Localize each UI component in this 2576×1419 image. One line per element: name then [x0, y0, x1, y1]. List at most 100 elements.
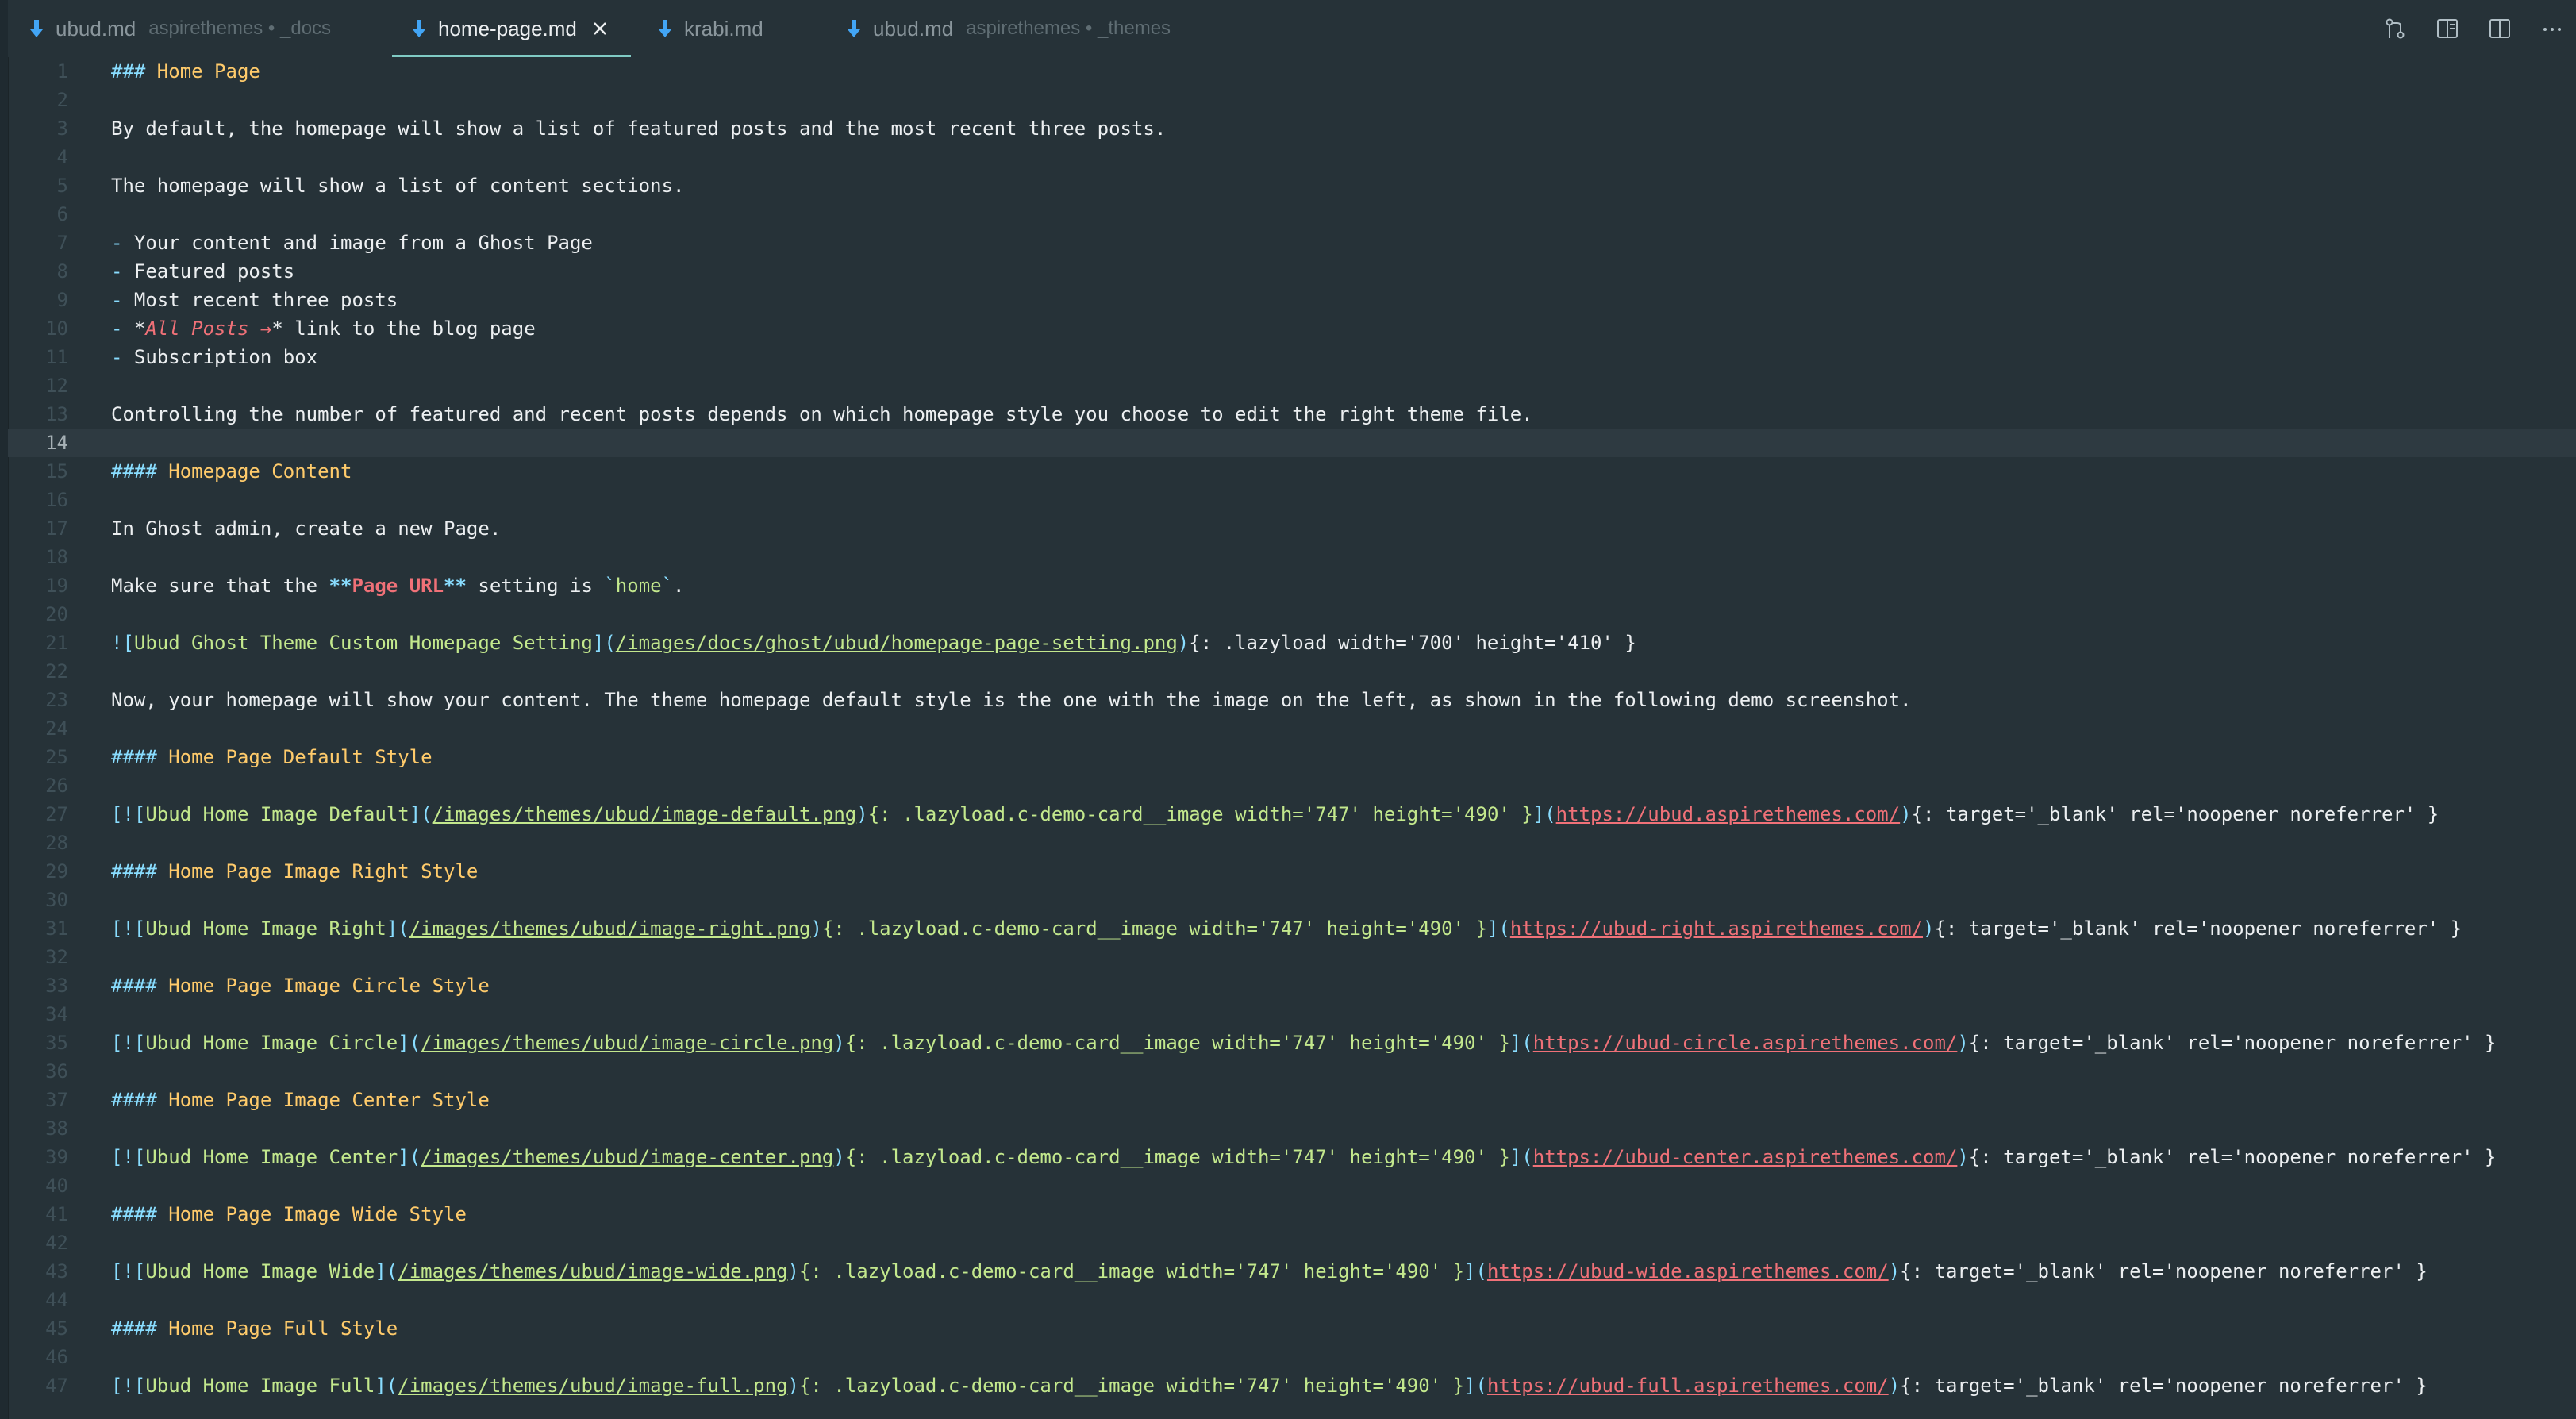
code-token: {: target='_blank' rel='noopener norefer… — [1968, 1032, 2497, 1054]
line-content: - Most recent three posts — [111, 286, 398, 314]
editor-line[interactable]: 4 — [8, 143, 2576, 171]
editor-line[interactable]: 19 Make sure that the **Page URL** settin… — [8, 571, 2576, 600]
editor-line[interactable]: 10 - *All Posts →* link to the blog page — [8, 314, 2576, 343]
markdown-file-icon — [413, 20, 425, 37]
line-number: 1 — [56, 60, 68, 83]
editor-line[interactable]: 13 Controlling the number of featured and… — [8, 400, 2576, 429]
editor-line[interactable]: 43 [![Ubud Home Image Wide](/images/theme… — [8, 1257, 2576, 1286]
editor-line[interactable]: 28 — [8, 829, 2576, 857]
editor-line[interactable]: 3 By default, the homepage will show a li… — [8, 114, 2576, 143]
code-editor[interactable]: 1 ### Home Page 2 3 By default, the homepage… — [8, 57, 2576, 1419]
code-token: Home Page — [156, 60, 260, 83]
editor-line[interactable]: 22 — [8, 657, 2576, 686]
code-token: ]( — [409, 803, 433, 825]
line-content: The homepage will show a list of content… — [111, 171, 684, 200]
editor-line[interactable]: 45 #### Home Page Full Style — [8, 1314, 2576, 1343]
editor-line[interactable]: 40 — [8, 1171, 2576, 1200]
code-token: - — [111, 317, 134, 340]
code-token: Page URL — [352, 575, 444, 597]
editor-line[interactable]: 6 — [8, 200, 2576, 229]
line-number: 18 — [45, 546, 68, 568]
editor-line[interactable]: 2 — [8, 86, 2576, 114]
line-content: [![Ubud Home Image Circle](/images/theme… — [111, 1029, 2497, 1057]
open-preview-button[interactable] — [2433, 14, 2462, 43]
code-token: ![ — [111, 632, 134, 654]
editor-line[interactable]: 17 In Ghost admin, create a new Page. — [8, 514, 2576, 543]
tab-ubud-themes[interactable]: ubud.md aspirethemes • _themes — [846, 0, 1171, 57]
editor-line[interactable]: 11 - Subscription box — [8, 343, 2576, 371]
code-token: {: target='_blank' rel='noopener norefer… — [1968, 1146, 2497, 1168]
editor-line[interactable]: 32 — [8, 943, 2576, 971]
editor-line[interactable]: 34 — [8, 1000, 2576, 1029]
code-token: Home Page Image Right Style — [168, 860, 479, 883]
code-token: #### — [111, 746, 169, 768]
editor-line[interactable]: 8 - Featured posts — [8, 257, 2576, 286]
code-token: home — [615, 575, 662, 597]
editor-line[interactable]: 27 [![Ubud Home Image Default](/images/th… — [8, 800, 2576, 829]
editor-line[interactable]: 37 #### Home Page Image Center Style — [8, 1086, 2576, 1114]
code-token: {: .lazyload.c-demo-card__image width='7… — [821, 917, 1487, 940]
editor-line[interactable]: 47 [![Ubud Home Image Full](/images/theme… — [8, 1371, 2576, 1400]
editor-line[interactable]: 20 — [8, 600, 2576, 629]
editor-line[interactable]: 23 Now, your homepage will show your cont… — [8, 686, 2576, 714]
line-content: ### Home Page — [111, 57, 260, 86]
editor-line[interactable]: 18 — [8, 543, 2576, 571]
editor-line[interactable]: 41 #### Home Page Image Wide Style — [8, 1200, 2576, 1229]
code-token: [![ — [111, 1260, 146, 1282]
code-token: ) — [1900, 803, 1912, 825]
code-token: ) — [1888, 1260, 1901, 1282]
editor-line[interactable]: 14 — [8, 429, 2576, 457]
editor-line[interactable]: 7 - Your content and image from a Ghost P… — [8, 229, 2576, 257]
editor-line[interactable]: 24 — [8, 714, 2576, 743]
code-token: ) — [1888, 1375, 1901, 1397]
code-token: ) — [833, 1032, 845, 1054]
code-token: {: .lazyload.c-demo-card__image width='7… — [798, 1375, 1465, 1397]
code-token: ` — [661, 575, 674, 597]
editor-line[interactable]: 42 — [8, 1229, 2576, 1257]
more-actions-button[interactable] — [2538, 14, 2566, 43]
code-token: /images/themes/ubud/image-right.png — [409, 917, 811, 940]
editor-line[interactable]: 38 — [8, 1114, 2576, 1143]
tab-ubud-docs[interactable]: ubud.md aspirethemes • _docs — [29, 0, 331, 57]
editor-line[interactable]: 26 — [8, 771, 2576, 800]
tab-krabi[interactable]: krabi.md — [657, 0, 763, 57]
code-token: Ubud Home Image Default — [145, 803, 409, 825]
line-number: 27 — [45, 803, 68, 825]
code-token: #### — [111, 975, 169, 997]
line-number: 36 — [45, 1060, 68, 1083]
editor-line[interactable]: 33 #### Home Page Image Circle Style — [8, 971, 2576, 1000]
editor-line[interactable]: 36 — [8, 1057, 2576, 1086]
editor-line[interactable]: 15 #### Homepage Content — [8, 457, 2576, 486]
editor-line[interactable]: 25 #### Home Page Default Style — [8, 743, 2576, 771]
editor-line[interactable]: 31 [![Ubud Home Image Right](/images/them… — [8, 914, 2576, 943]
line-content: [![Ubud Home Image Center](/images/theme… — [111, 1143, 2497, 1171]
code-token: ) — [833, 1146, 845, 1168]
line-number: 6 — [56, 203, 68, 225]
editor-line[interactable]: 30 — [8, 886, 2576, 914]
code-token: {: .lazyload.c-demo-card__image width='7… — [844, 1146, 1510, 1168]
editor-line[interactable]: 46 — [8, 1343, 2576, 1371]
editor-line[interactable]: 12 — [8, 371, 2576, 400]
editor-line[interactable]: 16 — [8, 486, 2576, 514]
tab-home-page[interactable]: home-page.md — [392, 0, 631, 57]
editor-line[interactable]: 44 — [8, 1286, 2576, 1314]
editor-line[interactable]: 21 ![Ubud Ghost Theme Custom Homepage Set… — [8, 629, 2576, 657]
code-token: [![ — [111, 803, 146, 825]
code-token: ]( — [375, 1260, 398, 1282]
editor-line[interactable]: 39 [![Ubud Home Image Center](/images/the… — [8, 1143, 2576, 1171]
code-token: ) — [810, 917, 822, 940]
split-editor-button[interactable] — [2486, 14, 2514, 43]
source-control-button[interactable] — [2381, 14, 2409, 43]
close-icon[interactable] — [591, 20, 609, 37]
line-number: 22 — [45, 660, 68, 683]
editor-line[interactable]: 5 The homepage will show a list of conten… — [8, 171, 2576, 200]
editor-line[interactable]: 35 [![Ubud Home Image Circle](/images/the… — [8, 1029, 2576, 1057]
editor-line[interactable]: 1 ### Home Page — [8, 57, 2576, 86]
line-number: 32 — [45, 946, 68, 968]
editor-line[interactable]: 29 #### Home Page Image Right Style — [8, 857, 2576, 886]
editor-line[interactable]: 9 - Most recent three posts — [8, 286, 2576, 314]
code-token: * — [133, 317, 146, 340]
line-content: - Subscription box — [111, 343, 317, 371]
code-token: Subscription box — [133, 346, 318, 368]
split-editor-icon — [2489, 19, 2510, 38]
